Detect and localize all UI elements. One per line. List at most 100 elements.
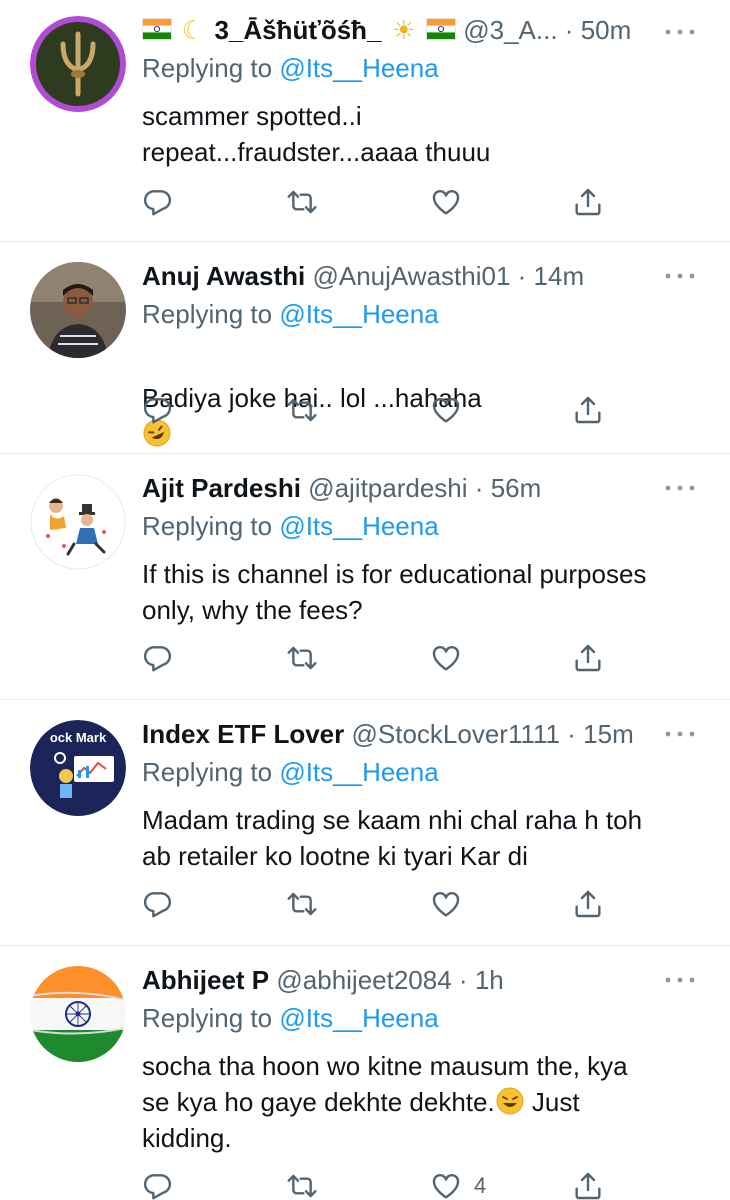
- share-button[interactable]: [572, 1168, 604, 1200]
- replying-to-label: Replying to: [142, 299, 273, 329]
- replying-to: Replying to @Its__Heena: [142, 296, 439, 332]
- tweet-header: Index ETF Lover @StockLover1111 · 15m: [142, 714, 640, 754]
- tweet-text-line: kidding.: [142, 1123, 232, 1153]
- retweet-button[interactable]: [286, 640, 318, 676]
- timestamp[interactable]: 14m: [534, 261, 585, 291]
- tweet-header: ☾ 3_Āšħüťõśħ_ ☀ @3_A... · 50m: [142, 10, 640, 50]
- crescent-moon-icon: ☾: [181, 15, 205, 45]
- action-bar: [142, 886, 612, 922]
- tweet-header: Abhijeet P @abhijeet2084 · 1h: [142, 960, 640, 1000]
- timestamp[interactable]: 1h: [475, 965, 504, 995]
- person-photo-avatar[interactable]: [30, 262, 126, 358]
- stock-market-avatar[interactable]: ock Mark: [30, 720, 126, 816]
- handle[interactable]: @StockLover1111: [352, 719, 561, 749]
- mention-link[interactable]: @Its__Heena: [279, 299, 438, 329]
- reply-button[interactable]: [142, 392, 174, 428]
- like-button[interactable]: [430, 392, 462, 428]
- retweet-button[interactable]: [286, 392, 318, 428]
- retweet-button[interactable]: [286, 1168, 318, 1200]
- replying-to-label: Replying to: [142, 511, 273, 541]
- more-options-icon[interactable]: [660, 476, 700, 500]
- tweet-header: Anuj Awasthi @AnujAwasthi01 · 14m: [142, 256, 640, 296]
- timestamp[interactable]: 15m: [583, 719, 634, 749]
- handle[interactable]: @ajitpardeshi: [308, 473, 467, 503]
- heart-icon: [430, 642, 462, 674]
- tweet-1[interactable]: ☾ 3_Āšħüťõśħ_ ☀ @3_A... · 50m Replying t…: [0, 0, 730, 242]
- separator-dot: ·: [564, 15, 574, 45]
- retweet-button[interactable]: [286, 184, 318, 220]
- share-button[interactable]: [572, 886, 604, 922]
- like-button[interactable]: [430, 184, 462, 220]
- share-button[interactable]: [572, 392, 604, 428]
- tweet-4[interactable]: ock Mark Index ETF Lover @StockLover1111…: [0, 700, 730, 946]
- reply-icon: [142, 394, 174, 426]
- share-icon: [572, 642, 604, 674]
- replying-to: Replying to @Its__Heena: [142, 754, 439, 790]
- action-bar: 4: [142, 1168, 612, 1200]
- action-bar: [142, 184, 612, 220]
- share-icon: [572, 1170, 604, 1200]
- tweet-2[interactable]: Anuj Awasthi @AnujAwasthi01 · 14m Replyi…: [0, 242, 730, 454]
- india-flag-icon: [142, 14, 172, 44]
- separator-dot: ·: [567, 719, 576, 749]
- retweet-icon: [286, 888, 318, 920]
- tweet-header: Ajit Pardeshi @ajitpardeshi · 56m: [142, 468, 640, 508]
- mention-link[interactable]: @Its__Heena: [279, 1003, 438, 1033]
- retweet-icon: [286, 394, 318, 426]
- replying-to-label: Replying to: [142, 53, 273, 83]
- reply-icon: [142, 186, 174, 218]
- replying-to: Replying to @Its__Heena: [142, 1000, 439, 1036]
- more-options-icon[interactable]: [660, 968, 700, 992]
- display-name[interactable]: Anuj Awasthi: [142, 261, 305, 291]
- display-name[interactable]: Index ETF Lover: [142, 719, 344, 749]
- retweet-icon: [286, 642, 318, 674]
- share-icon: [572, 888, 604, 920]
- like-button[interactable]: [430, 886, 462, 922]
- retweet-icon: [286, 1170, 318, 1200]
- reply-button[interactable]: [142, 886, 174, 922]
- heart-icon: [430, 186, 462, 218]
- share-button[interactable]: [572, 184, 604, 220]
- handle[interactable]: @abhijeet2084: [276, 965, 451, 995]
- tweet-text: socha tha hoon wo kitne mausum the, kya …: [142, 1048, 700, 1156]
- timestamp[interactable]: 50m: [581, 15, 632, 45]
- timestamp[interactable]: 56m: [491, 473, 542, 503]
- heart-icon: [430, 1170, 462, 1200]
- like-button[interactable]: [430, 640, 462, 676]
- tweet-text: If this is channel is for educational pu…: [142, 559, 647, 625]
- trident-avatar[interactable]: [30, 16, 126, 112]
- display-name[interactable]: Ajit Pardeshi: [142, 473, 301, 503]
- tweet-5[interactable]: Abhijeet P @abhijeet2084 · 1h Replying t…: [0, 946, 730, 1200]
- more-options-icon[interactable]: [660, 264, 700, 288]
- display-name[interactable]: 3_Āšħüťõśħ_: [214, 15, 381, 45]
- retweet-icon: [286, 186, 318, 218]
- separator-dot: ·: [517, 261, 527, 291]
- mention-link[interactable]: @Its__Heena: [279, 757, 438, 787]
- like-count: 4: [474, 1173, 487, 1198]
- replying-to: Replying to @Its__Heena: [142, 508, 439, 544]
- replying-to-label: Replying to: [142, 757, 273, 787]
- handle[interactable]: @AnujAwasthi01: [312, 261, 510, 291]
- more-options-icon[interactable]: [660, 722, 700, 746]
- display-name[interactable]: Abhijeet P: [142, 965, 269, 995]
- tweet-3[interactable]: Ajit Pardeshi @ajitpardeshi · 56m Replyi…: [0, 454, 730, 700]
- india-flag-avatar[interactable]: [30, 966, 126, 1062]
- mention-link[interactable]: @Its__Heena: [279, 53, 438, 83]
- handle[interactable]: @3_A...: [463, 15, 557, 45]
- more-options-icon[interactable]: [660, 20, 700, 44]
- retweet-button[interactable]: [286, 886, 318, 922]
- reply-icon: [142, 642, 174, 674]
- share-button[interactable]: [572, 640, 604, 676]
- tweet-text-segment: Just: [524, 1087, 580, 1117]
- tweet-text: Madam trading se kaam nhi chal raha h to…: [142, 805, 643, 871]
- cartoon-avatar[interactable]: [30, 474, 126, 570]
- reply-button[interactable]: [142, 640, 174, 676]
- heart-icon: [430, 888, 462, 920]
- replying-to-label: Replying to: [142, 1003, 273, 1033]
- sun-icon: ☀: [392, 15, 416, 45]
- like-button[interactable]: 4: [430, 1168, 486, 1200]
- replying-to: Replying to @Its__Heena: [142, 50, 439, 86]
- reply-button[interactable]: [142, 1168, 174, 1200]
- reply-button[interactable]: [142, 184, 174, 220]
- mention-link[interactable]: @Its__Heena: [279, 511, 438, 541]
